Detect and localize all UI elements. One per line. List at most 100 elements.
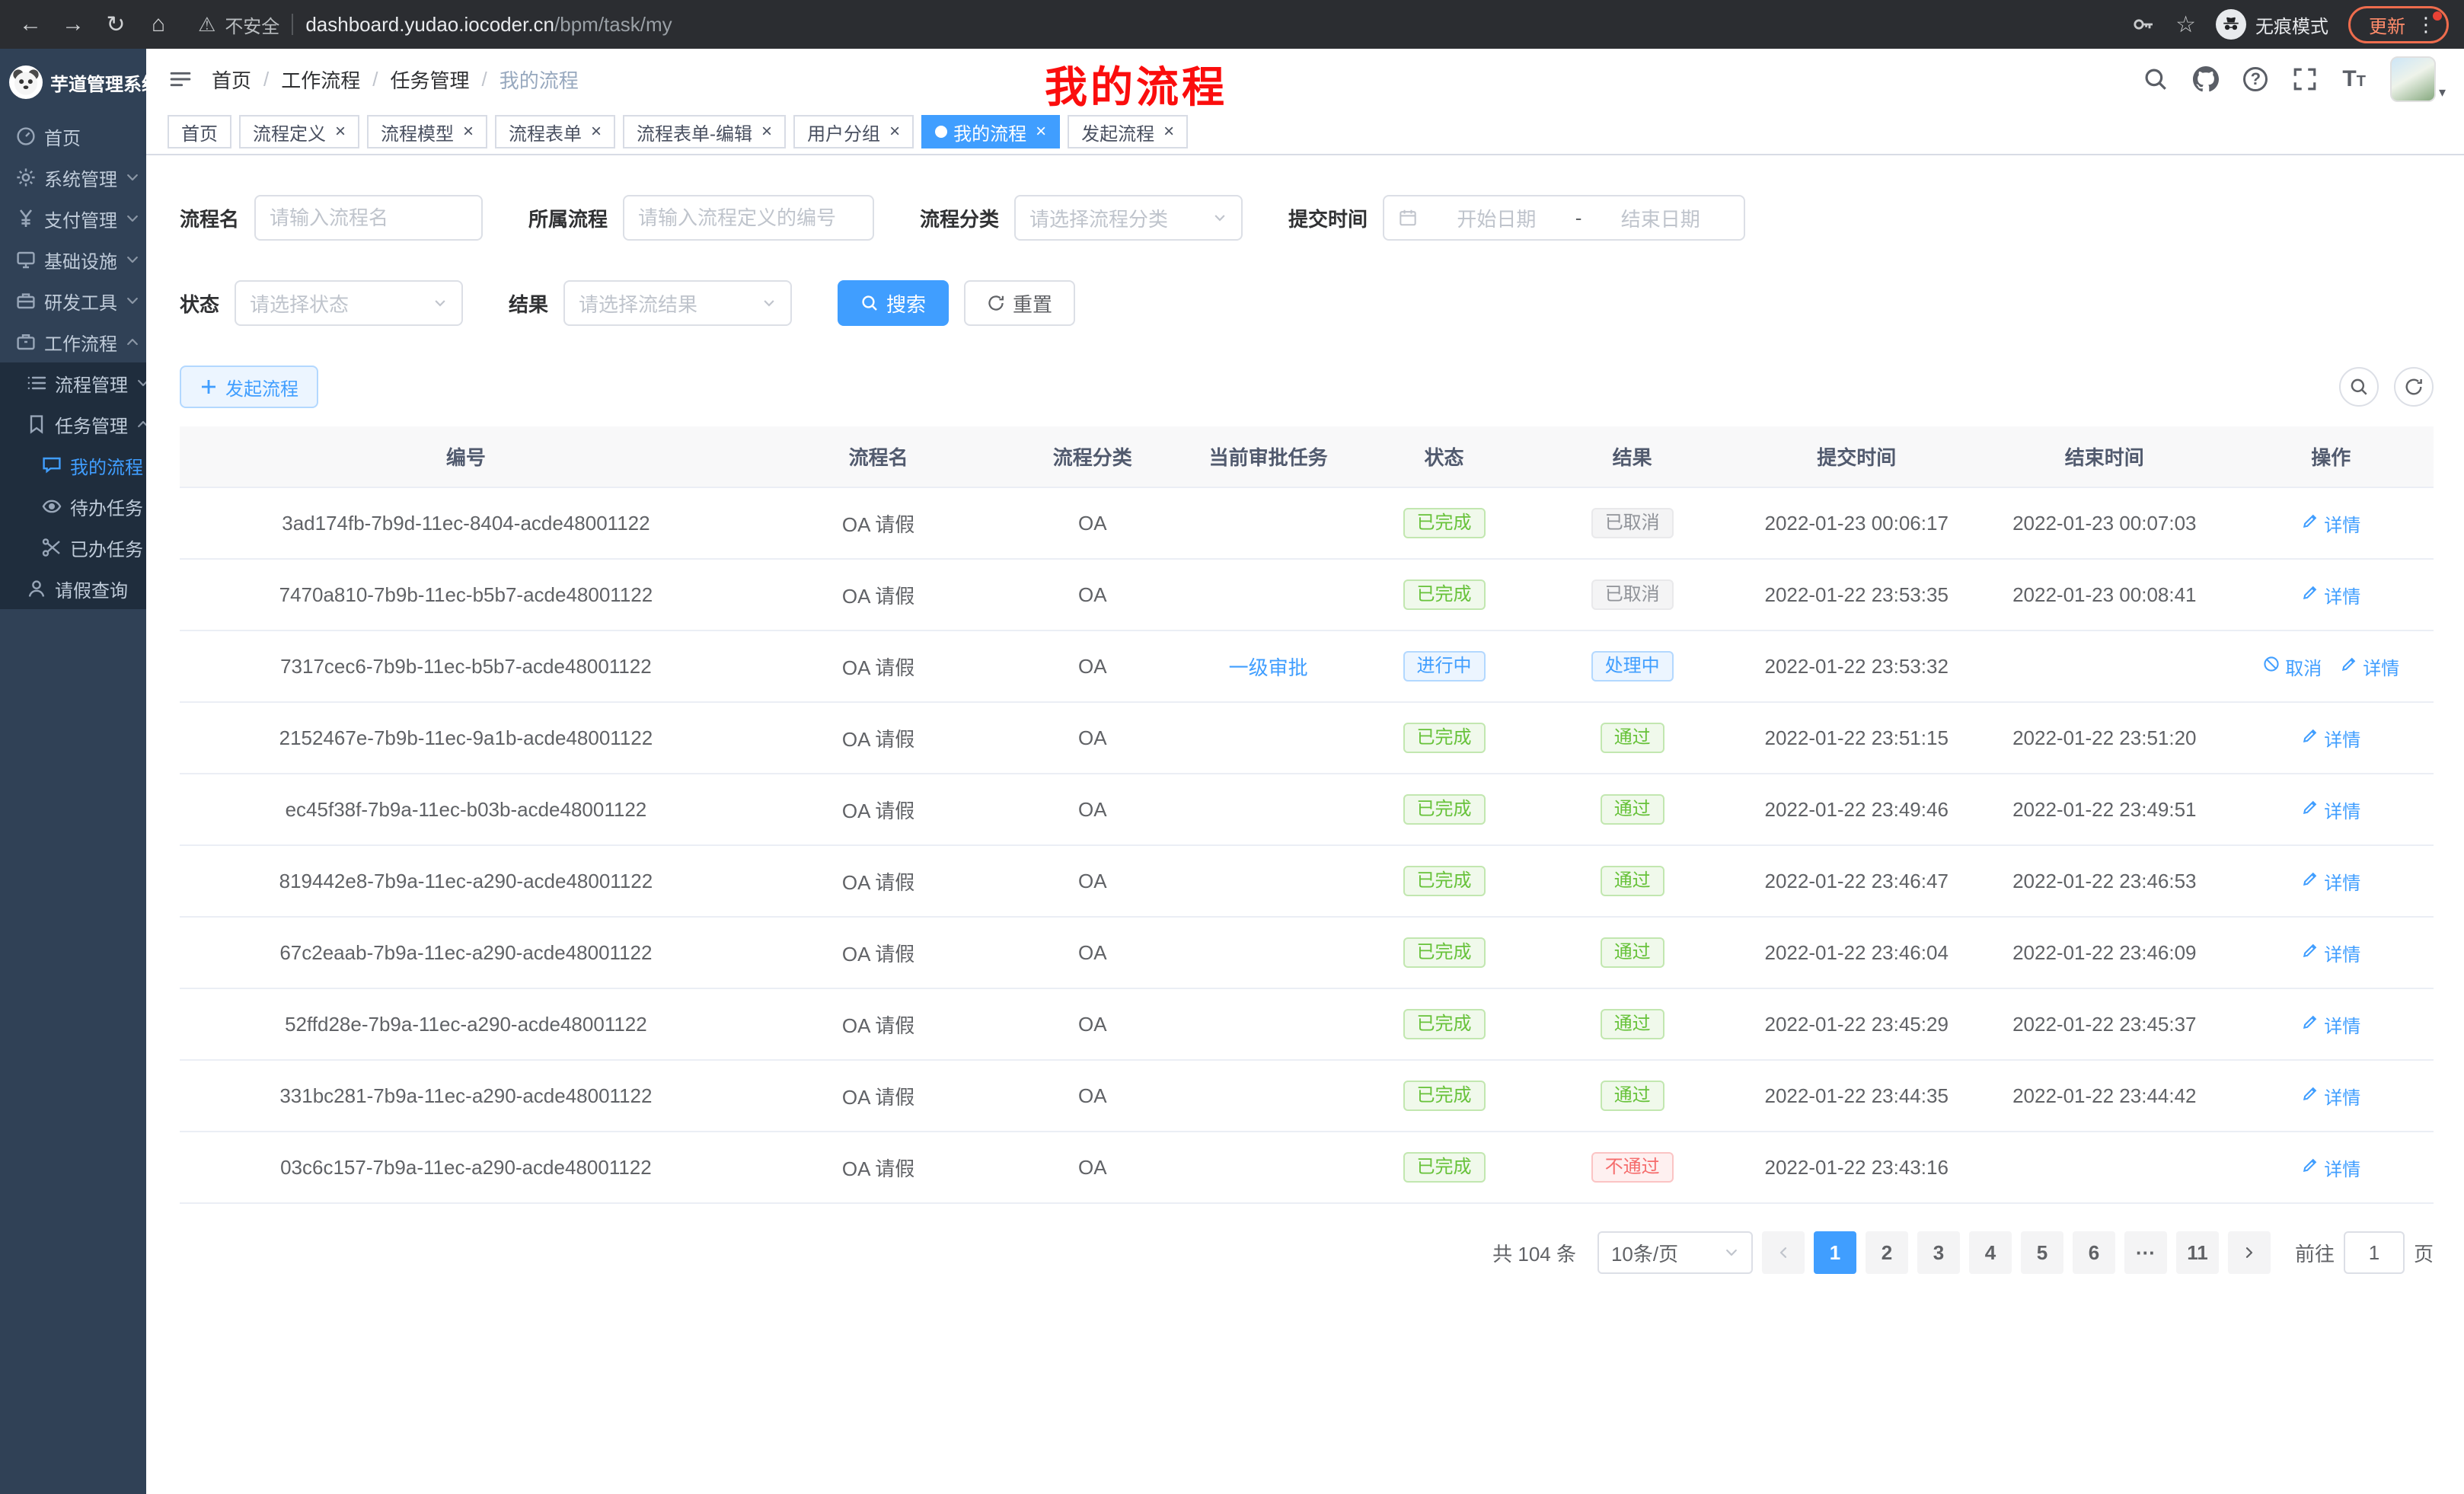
process-name-label: 流程名 (180, 204, 239, 232)
site-security[interactable]: ⚠ 不安全 (198, 11, 279, 38)
sidebar-menu: 首页系统管理支付管理基础设施研发工具工作流程流程管理任务管理我的流程待办任务已办… (0, 116, 146, 609)
sidebar-item-workflow[interactable]: 工作流程 (0, 321, 146, 362)
detail-link[interactable]: 详情 (2301, 1083, 2360, 1109)
detail-link[interactable]: 详情 (2301, 582, 2360, 608)
page-ellipsis[interactable]: ··· (2124, 1231, 2167, 1274)
edit-icon (2301, 1013, 2319, 1036)
close-icon[interactable]: × (1036, 123, 1046, 141)
reset-button[interactable]: 重置 (964, 280, 1075, 326)
process-table: 编号流程名流程分类当前审批任务状态结果提交时间结束时间操作 3ad174fb-7… (180, 426, 2434, 1204)
notification-dot (2433, 11, 2442, 21)
page-button-3[interactable]: 3 (1917, 1231, 1960, 1274)
cancel-link[interactable]: 取消 (2262, 653, 2322, 680)
page-size-select[interactable]: 10条/页 (1597, 1231, 1753, 1274)
active-dot (935, 126, 947, 138)
search-button[interactable]: 搜索 (838, 280, 949, 326)
chevron-down-icon (125, 252, 140, 267)
cell-actions: 详情 (2229, 559, 2434, 630)
app-logo[interactable]: 芋道管理系统 (0, 49, 146, 116)
current-task-link[interactable]: 一级审批 (1229, 656, 1308, 679)
breadcrumb: 首页/工作流程/任务管理/我的流程 (212, 65, 579, 94)
detail-link[interactable]: 详情 (2301, 1154, 2360, 1181)
sidebar-item-my-process[interactable]: 我的流程 (0, 445, 146, 486)
page-button-1[interactable]: 1 (1814, 1231, 1856, 1274)
page-button-5[interactable]: 5 (2021, 1231, 2063, 1274)
hide-search-icon[interactable] (2339, 367, 2379, 407)
tab-user-group[interactable]: 用户分组× (793, 115, 914, 148)
close-icon[interactable]: × (761, 123, 772, 141)
search-icon[interactable] (2143, 66, 2169, 92)
chat-icon (41, 455, 62, 476)
breadcrumb-item[interactable]: 任务管理 (391, 65, 470, 94)
tab-start-process[interactable]: 发起流程× (1068, 115, 1188, 148)
result-select[interactable]: 请选择流结果 (563, 280, 792, 326)
detail-link[interactable]: 详情 (2340, 653, 2399, 680)
sidebar-item-task-mgmt[interactable]: 任务管理 (0, 404, 146, 445)
tab-my-process[interactable]: 我的流程× (921, 115, 1060, 148)
breadcrumb-item[interactable]: 工作流程 (281, 65, 360, 94)
sidebar-item-done-tasks[interactable]: 已办任务 (0, 527, 146, 568)
sidebar-item-home[interactable]: 首页 (0, 116, 146, 157)
detail-link[interactable]: 详情 (2301, 510, 2360, 537)
detail-link[interactable]: 详情 (2301, 725, 2360, 752)
status-badge: 已完成 (1403, 508, 1486, 538)
user-menu[interactable]: ▾ (2390, 56, 2446, 102)
submit-time-range-picker[interactable]: 开始日期 - 结束日期 (1383, 195, 1745, 241)
process-name-input[interactable] (254, 195, 483, 241)
key-icon[interactable] (2131, 12, 2156, 37)
breadcrumb-item[interactable]: 首页 (212, 65, 251, 94)
browser-reload-icon[interactable]: ↻ (101, 11, 131, 38)
close-icon[interactable]: × (1163, 123, 1174, 141)
bookmark-star-icon[interactable]: ☆ (2175, 11, 2196, 38)
fullscreen-icon[interactable] (2292, 66, 2318, 92)
page-button-2[interactable]: 2 (1866, 1231, 1908, 1274)
status-select[interactable]: 请选择状态 (235, 280, 463, 326)
refresh-icon[interactable] (2394, 367, 2434, 407)
hamburger-icon[interactable] (146, 66, 212, 92)
sidebar-item-payment[interactable]: 支付管理 (0, 198, 146, 239)
start-process-button[interactable]: 发起流程 (180, 366, 318, 408)
sidebar-item-process-mgmt[interactable]: 流程管理 (0, 362, 146, 404)
browser-menu-icon[interactable]: ⋮ (2416, 14, 2436, 34)
category-select[interactable]: 请选择流程分类 (1014, 195, 1243, 241)
cell-id: 52ffd28e-7b9a-11ec-a290-acde48001122 (180, 988, 752, 1060)
tab-home[interactable]: 首页 (168, 115, 231, 148)
goto-page-input[interactable] (2344, 1231, 2405, 1274)
close-icon[interactable]: × (591, 123, 602, 141)
address-bar[interactable]: dashboard.yudao.iocoder.cn/bpm/task/my (305, 13, 672, 37)
browser-forward-icon[interactable]: → (58, 11, 88, 37)
start-date-placeholder: 开始日期 (1427, 204, 1566, 232)
next-page-button[interactable] (2228, 1231, 2271, 1274)
page-button-4[interactable]: 4 (1969, 1231, 2012, 1274)
page-button-11[interactable]: 11 (2176, 1231, 2219, 1274)
font-size-icon[interactable]: TT (2342, 68, 2366, 91)
tab-process-form[interactable]: 流程表单× (495, 115, 615, 148)
sidebar-item-leave-query[interactable]: 请假查询 (0, 568, 146, 609)
avatar (2390, 56, 2436, 102)
sidebar-item-infrastructure[interactable]: 基础设施 (0, 239, 146, 280)
sidebar-item-todo-tasks[interactable]: 待办任务 (0, 486, 146, 527)
logo-image (9, 65, 43, 99)
close-icon[interactable]: × (463, 123, 474, 141)
detail-link[interactable]: 详情 (2301, 1011, 2360, 1038)
detail-link[interactable]: 详情 (2301, 940, 2360, 966)
tab-process-model[interactable]: 流程模型× (367, 115, 487, 148)
sidebar-item-system[interactable]: 系统管理 (0, 157, 146, 198)
page-button-6[interactable]: 6 (2073, 1231, 2115, 1274)
close-icon[interactable]: × (335, 123, 346, 141)
edit-icon (2301, 798, 2319, 822)
help-icon[interactable]: ? (2243, 67, 2268, 91)
process-def-input[interactable] (623, 195, 874, 241)
browser-back-icon[interactable]: ← (15, 11, 46, 37)
close-icon[interactable]: × (889, 123, 900, 141)
sidebar-item-devtools[interactable]: 研发工具 (0, 280, 146, 321)
tab-process-definition[interactable]: 流程定义× (239, 115, 359, 148)
prev-page-button[interactable] (1762, 1231, 1805, 1274)
detail-link[interactable]: 详情 (2301, 796, 2360, 823)
tab-process-form-edit[interactable]: 流程表单-编辑× (623, 115, 786, 148)
cell-id: ec45f38f-7b9a-11ec-b03b-acde48001122 (180, 774, 752, 845)
github-icon[interactable] (2193, 66, 2219, 92)
detail-link[interactable]: 详情 (2301, 868, 2360, 895)
browser-update-button[interactable]: 更新 ⋮ (2348, 6, 2449, 43)
browser-home-icon[interactable]: ⌂ (143, 11, 174, 37)
